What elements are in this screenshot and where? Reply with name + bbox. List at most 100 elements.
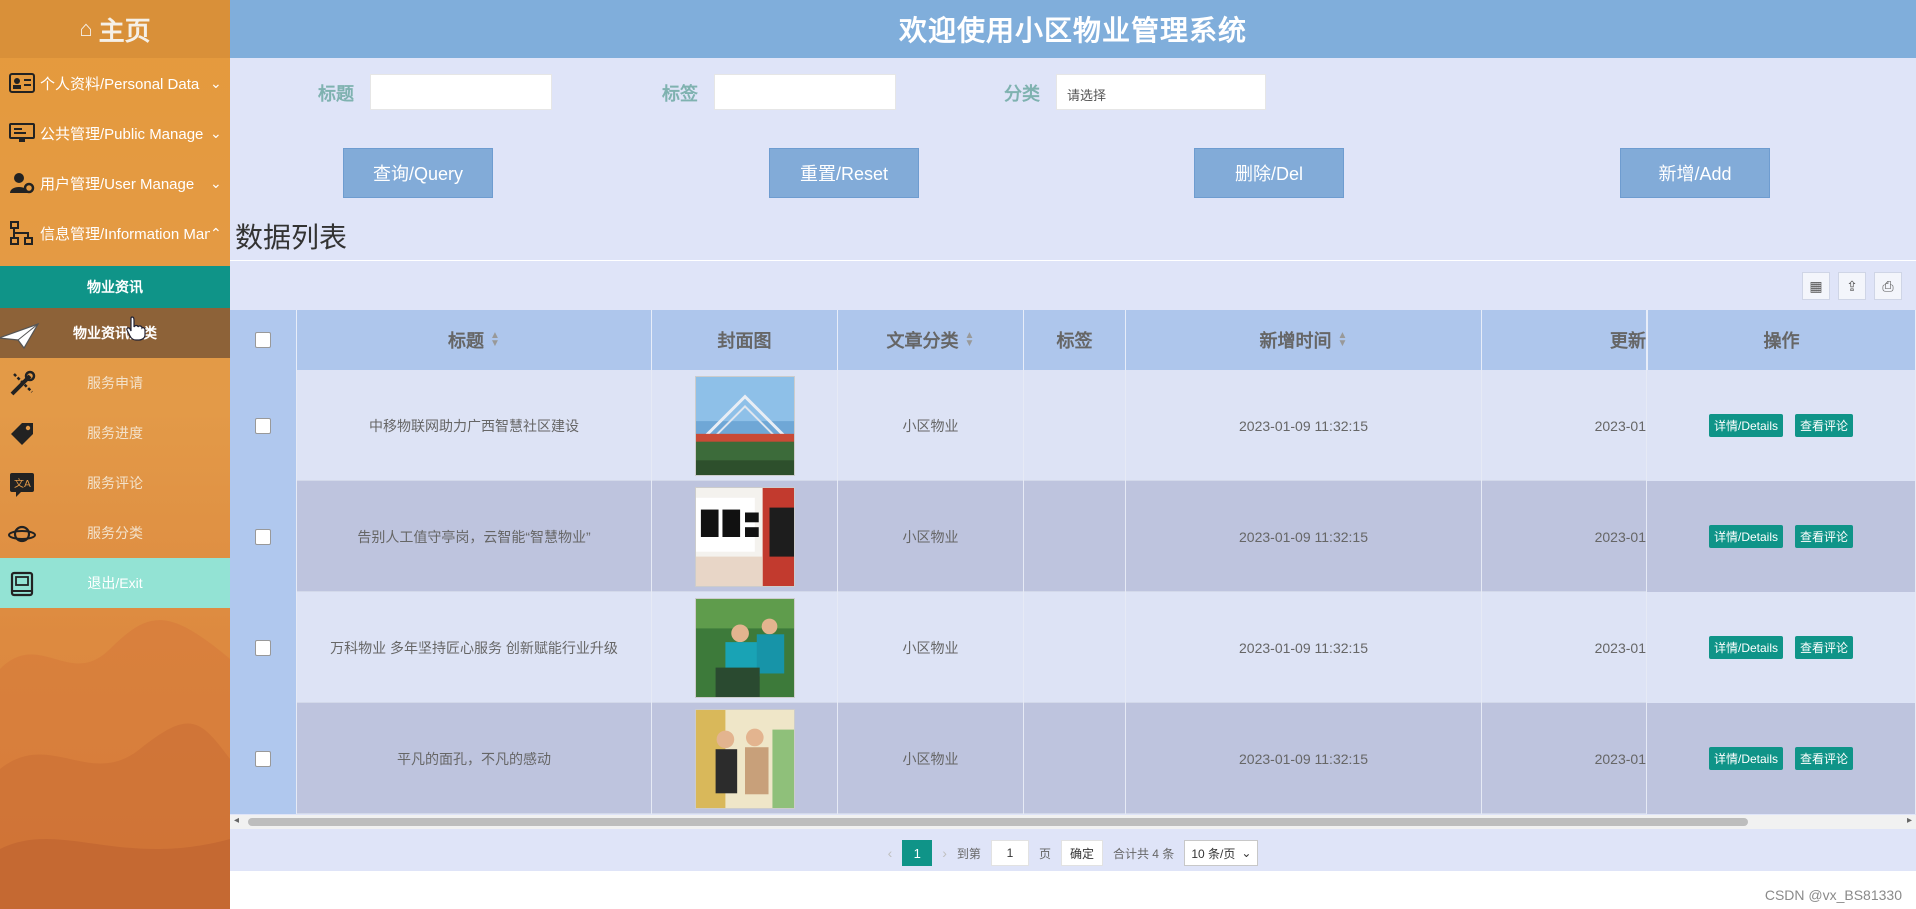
- chevron-down-icon: ⌄: [210, 124, 222, 141]
- column-header-title[interactable]: 标题 ▲ ▼: [297, 310, 652, 370]
- print-icon[interactable]: ⎙: [1874, 272, 1902, 300]
- column-header-category[interactable]: 文章分类 ▲ ▼: [838, 310, 1024, 370]
- goto-confirm-button[interactable]: 确定: [1060, 840, 1103, 866]
- scroll-right-icon[interactable]: ▸: [1907, 815, 1912, 826]
- menu-label: 个人资料/Personal Data: [40, 75, 200, 93]
- data-list-title: 数据列表: [235, 222, 348, 253]
- query-button[interactable]: 查询/Query: [343, 148, 493, 198]
- menu-user-manage[interactable]: 用户管理/User Manage ⌄: [0, 158, 230, 208]
- menu-personal-data[interactable]: 个人资料/Personal Data ⌄: [0, 58, 230, 108]
- sort-icon: ▲ ▼: [964, 330, 975, 349]
- total-count: 合计共 4 条: [1112, 846, 1175, 861]
- horizontal-scrollbar[interactable]: ◂ ▸: [230, 815, 1916, 829]
- export-icon[interactable]: ⇪: [1838, 272, 1866, 300]
- menu-information-manage[interactable]: 信息管理/Information Manage ⌃: [0, 208, 230, 258]
- row-checkbox[interactable]: [255, 528, 271, 545]
- planet-icon: [8, 520, 36, 548]
- current-page[interactable]: 1: [902, 840, 933, 866]
- actions-cell: 详情/Details 查看评论: [1647, 481, 1916, 592]
- cover-image[interactable]: [694, 597, 795, 698]
- goto-page-input[interactable]: 1: [990, 840, 1029, 866]
- row-select-cell: [230, 592, 297, 703]
- title-search-input[interactable]: [370, 74, 552, 110]
- details-button[interactable]: 详情/Details: [1708, 414, 1783, 437]
- view-comments-button[interactable]: 查看评论: [1795, 747, 1854, 770]
- actions-cell: 详情/Details 查看评论: [1647, 592, 1916, 703]
- column-header-cover: 封面图: [652, 310, 838, 370]
- sitemap-icon: [8, 219, 36, 247]
- row-checkbox[interactable]: [255, 750, 271, 767]
- table-header: 标题 ▲ ▼ 封面图 文章分类 ▲ ▼ 标签 新增时间 ▲ ▼ 更新 操作: [230, 310, 1916, 370]
- row-checkbox[interactable]: [255, 417, 271, 434]
- cover-image[interactable]: [694, 708, 795, 809]
- watermark: CSDN @vx_BS81330: [1764, 887, 1902, 903]
- sidebar-item-property-news-category[interactable]: 物业资讯分类: [0, 308, 230, 358]
- category-cell: 小区物业: [838, 481, 1024, 592]
- columns-toggle-icon[interactable]: ▦: [1802, 272, 1830, 300]
- home-label: 主页: [98, 15, 151, 46]
- column-header-tag: 标签: [1024, 310, 1126, 370]
- table-row: 万科物业 多年坚持匠心服务 创新赋能行业升级 小区物业 2023-01-09 1…: [230, 592, 1916, 703]
- tag-search-input[interactable]: [714, 74, 896, 110]
- view-comments-button[interactable]: 查看评论: [1795, 525, 1854, 548]
- title-filter-label: 标题: [318, 84, 354, 104]
- goto-label: 到第: [956, 846, 981, 861]
- category-select[interactable]: 请选择: [1056, 74, 1266, 110]
- sidebar-item-exit[interactable]: 退出/Exit: [0, 558, 230, 608]
- cover-cell: [652, 592, 838, 703]
- sidebar-item-service-progress[interactable]: 服务进度: [0, 408, 230, 458]
- cover-image[interactable]: [694, 375, 795, 476]
- details-button[interactable]: 详情/Details: [1708, 747, 1783, 770]
- prev-page-icon[interactable]: ‹: [888, 845, 893, 861]
- menu-public-manage[interactable]: 公共管理/Public Manage ⌄: [0, 108, 230, 158]
- tools-icon: [8, 370, 36, 398]
- sidebar-item-service-apply[interactable]: 服务申请: [0, 358, 230, 408]
- id-card-icon: [8, 69, 36, 97]
- column-header-updated[interactable]: 更新: [1482, 310, 1647, 370]
- svg-text:文A: 文A: [14, 477, 31, 490]
- details-button[interactable]: 详情/Details: [1708, 636, 1783, 659]
- row-select-cell: [230, 703, 297, 814]
- category-cell: 小区物业: [838, 370, 1024, 481]
- tag-cell: [1024, 370, 1126, 481]
- table-row: 中移物联网助力广西智慧社区建设 小区物业 2023-01-09 11:32:15…: [230, 370, 1916, 481]
- cover-cell: [652, 370, 838, 481]
- tag-filter-label: 标签: [662, 84, 698, 104]
- actions-cell: 详情/Details 查看评论: [1647, 703, 1916, 814]
- category-filter-label: 分类: [1004, 84, 1040, 104]
- chevron-down-icon: ⌄: [1241, 846, 1252, 860]
- next-page-icon[interactable]: ›: [942, 845, 947, 861]
- select-all-checkbox[interactable]: [255, 332, 271, 348]
- sort-icon: ▲ ▼: [490, 330, 500, 349]
- sidebar-item-service-comment[interactable]: 文A 服务评论: [0, 458, 230, 508]
- updated-cell: 2023-01: [1482, 703, 1647, 814]
- tag-cell: [1024, 592, 1126, 703]
- column-header-created[interactable]: 新增时间 ▲ ▼: [1126, 310, 1482, 370]
- column-header-label: 更新: [1610, 331, 1646, 351]
- category-cell: 小区物业: [838, 703, 1024, 814]
- row-checkbox[interactable]: [255, 639, 271, 656]
- view-comments-button[interactable]: 查看评论: [1795, 414, 1854, 437]
- scroll-left-icon[interactable]: ◂: [234, 815, 239, 826]
- user-gear-icon: [8, 169, 36, 197]
- add-button[interactable]: 新增/Add: [1620, 148, 1770, 198]
- tag-icon: [8, 420, 36, 448]
- created-cell: 2023-01-09 11:32:15: [1126, 481, 1482, 592]
- view-comments-button[interactable]: 查看评论: [1795, 636, 1854, 659]
- monitor-icon: [8, 119, 36, 147]
- chevron-up-icon: ⌃: [210, 224, 222, 241]
- filter-bar: 标题 标签 分类 请选择: [230, 58, 1916, 128]
- book-icon: [8, 570, 36, 598]
- cover-image[interactable]: [694, 486, 795, 587]
- column-header-label: 操作: [1763, 331, 1800, 351]
- menu-label: 公共管理/Public Manage: [40, 125, 204, 143]
- page-size-select[interactable]: 10 条/页 ⌄: [1184, 840, 1259, 866]
- reset-button[interactable]: 重置/Reset: [769, 148, 919, 198]
- delete-button[interactable]: 删除/Del: [1194, 148, 1344, 198]
- home-link[interactable]: ⌂ 主页: [0, 0, 230, 58]
- main-content: 标题 标签 分类 请选择 查询/Query 重置/Reset 删除/Del 新增…: [230, 58, 1916, 871]
- details-button[interactable]: 详情/Details: [1708, 525, 1783, 548]
- created-cell: 2023-01-09 11:32:15: [1126, 370, 1482, 481]
- scrollbar-thumb[interactable]: [248, 818, 1748, 826]
- sidebar-item-service-category[interactable]: 服务分类: [0, 508, 230, 558]
